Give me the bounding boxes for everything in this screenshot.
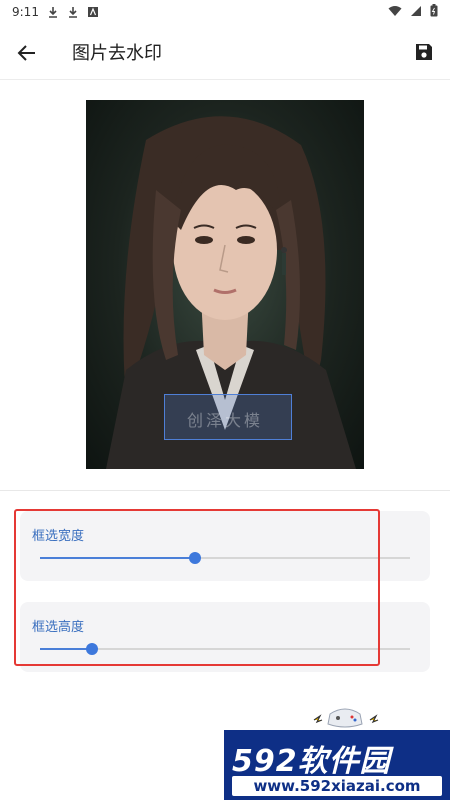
back-button[interactable] <box>14 40 40 66</box>
site-logo-main: 592软件园 <box>232 744 391 779</box>
site-logo-url: www.592xiazai.com <box>232 776 442 796</box>
status-right <box>388 4 438 20</box>
height-slider-card: 框选高度 <box>20 602 430 672</box>
source-image[interactable]: 创泽大模 <box>86 100 364 469</box>
status-bar: 9:11 <box>0 0 450 24</box>
arrow-left-icon <box>17 45 35 61</box>
status-left: 9:11 <box>12 5 99 19</box>
width-slider-track[interactable] <box>40 552 410 564</box>
height-slider-thumb[interactable] <box>85 643 98 655</box>
height-slider-fill <box>40 648 92 650</box>
height-slider-label: 框选高度 <box>32 620 85 635</box>
width-slider-fill <box>40 557 196 559</box>
download-icon-2 <box>67 6 79 18</box>
signal-icon <box>410 5 422 20</box>
width-slider-label: 框选宽度 <box>32 529 85 544</box>
watermark-text: 创泽大模 <box>187 411 264 430</box>
watermark-selection-box[interactable]: 创泽大模 <box>164 394 292 440</box>
width-slider-card: 框选宽度 <box>20 511 430 581</box>
battery-icon <box>430 4 438 20</box>
height-slider-track[interactable] <box>40 643 410 655</box>
app-bar: 图片去水印 <box>0 24 450 80</box>
download-icon <box>47 6 59 18</box>
page-title: 图片去水印 <box>72 43 162 64</box>
app-notification-icon <box>87 6 99 18</box>
width-slider-thumb[interactable] <box>189 552 202 564</box>
save-icon <box>416 44 432 60</box>
wifi-icon <box>388 5 402 20</box>
divider <box>0 490 450 491</box>
status-time: 9:11 <box>12 5 39 19</box>
site-watermark-logo: 592软件园 www.592xiazai.com <box>224 730 450 800</box>
save-button[interactable] <box>412 40 436 64</box>
gamepad-mascot-icon <box>310 702 380 730</box>
